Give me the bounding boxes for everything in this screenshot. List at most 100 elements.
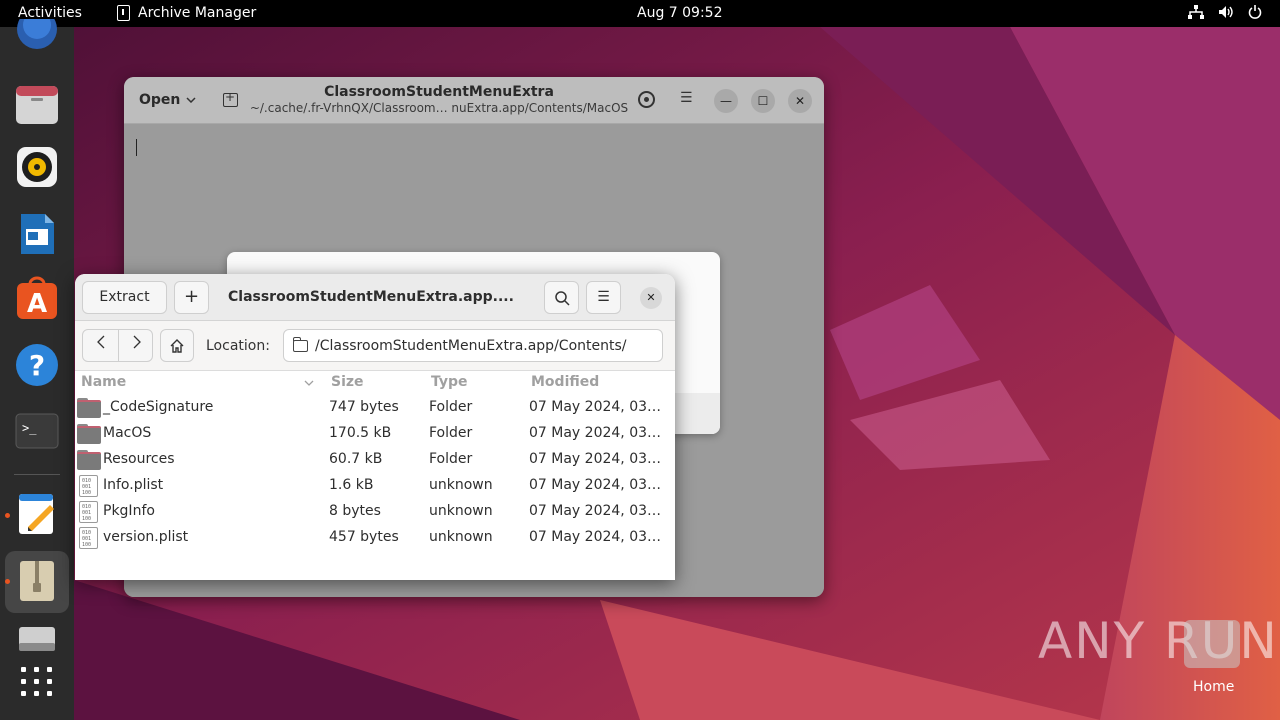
column-type[interactable]: Type <box>431 374 468 390</box>
clock[interactable]: Aug 7 09:52 <box>637 5 723 21</box>
binary-file-icon: 010 001 100 <box>79 527 98 549</box>
location-field[interactable]: /ClassroomStudentMenuExtra.app/Contents/ <box>283 329 663 362</box>
file-type: Folder <box>429 399 473 415</box>
search-button[interactable] <box>544 281 579 314</box>
search-icon <box>554 291 570 306</box>
forward-button[interactable] <box>119 330 154 361</box>
hamburger-menu-icon[interactable]: ☰ <box>680 91 693 106</box>
location-path: /ClassroomStudentMenuExtra.app/Contents/ <box>315 338 627 354</box>
plus-icon: + <box>183 286 200 307</box>
column-modified[interactable]: Modified <box>531 374 599 390</box>
svg-text:>_: >_ <box>22 421 37 435</box>
running-indicator <box>5 513 10 518</box>
file-modified: 07 May 2024, 03… <box>529 451 662 467</box>
minimize-button[interactable]: — <box>714 89 738 113</box>
settings-icon[interactable] <box>638 91 655 108</box>
menu-button[interactable]: ☰ <box>586 281 621 314</box>
file-name: Info.plist <box>103 477 164 493</box>
table-row[interactable]: MacOS 170.5 kB Folder 07 May 2024, 03… <box>75 421 675 447</box>
table-row[interactable]: 010 001 100 version.plist 457 bytes unknow… <box>75 525 675 551</box>
file-size: 747 bytes <box>329 399 399 415</box>
add-files-button[interactable]: + <box>174 281 209 314</box>
file-name: _CodeSignature <box>103 399 214 415</box>
folder-icon <box>77 450 101 470</box>
chevron-right-icon <box>133 335 141 349</box>
home-folder-icon[interactable] <box>1184 620 1240 668</box>
folder-icon <box>77 398 101 418</box>
home-button[interactable] <box>160 329 194 362</box>
file-modified: 07 May 2024, 03… <box>529 503 662 519</box>
file-modified: 07 May 2024, 03… <box>529 477 662 493</box>
file-size: 170.5 kB <box>329 425 392 441</box>
back-button[interactable] <box>83 330 118 361</box>
table-row[interactable]: 010 001 100 Info.plist 1.6 kB unknown 07 M… <box>75 473 675 499</box>
rhythmbox-icon[interactable] <box>14 144 60 190</box>
header-bar: Open ClassroomStudentMenuExtra ~/.cache/… <box>124 77 824 124</box>
anyrun-watermark: ANY RUN <box>1038 612 1279 670</box>
column-size[interactable]: Size <box>331 374 364 390</box>
file-size: 457 bytes <box>329 529 399 545</box>
file-modified: 07 May 2024, 03… <box>529 425 662 441</box>
file-name: Resources <box>103 451 175 467</box>
file-name: MacOS <box>103 425 152 441</box>
terminal-icon[interactable]: >_ <box>14 408 60 454</box>
app-center-icon[interactable]: A <box>14 276 60 322</box>
table-row[interactable]: 010 001 100 PkgInfo 8 bytes unknown 07 May… <box>75 499 675 525</box>
chevron-left-icon <box>96 335 104 349</box>
app-menu[interactable]: Archive Manager <box>117 5 256 21</box>
svg-text:?: ? <box>29 349 45 382</box>
archive-manager-icon <box>117 5 130 21</box>
top-bar: Activities Archive Manager Aug 7 09:52 <box>0 0 1280 27</box>
system-tray[interactable] <box>1188 5 1262 19</box>
close-button[interactable]: ✕ <box>788 89 812 113</box>
network-icon <box>1188 5 1204 19</box>
file-type: unknown <box>429 477 493 493</box>
close-icon: ✕ <box>646 291 656 304</box>
extract-button[interactable]: Extract <box>82 281 167 314</box>
firefox-icon[interactable] <box>14 9 60 51</box>
files-icon[interactable] <box>14 82 60 128</box>
table-row[interactable]: Resources 60.7 kB Folder 07 May 2024, 03… <box>75 447 675 473</box>
file-type: Folder <box>429 425 473 441</box>
power-icon <box>1248 5 1262 19</box>
file-name: PkgInfo <box>103 503 155 519</box>
file-type: Folder <box>429 451 473 467</box>
location-bar: Location: /ClassroomStudentMenuExtra.app… <box>75 321 675 371</box>
hamburger-menu-icon: ☰ <box>597 289 610 305</box>
archive-manager-icon[interactable] <box>14 558 60 604</box>
binary-file-icon: 010 001 100 <box>79 475 98 497</box>
svg-text:A: A <box>27 289 47 319</box>
location-label: Location: <box>206 338 270 354</box>
folder-icon <box>293 337 308 352</box>
table-row[interactable]: _CodeSignature 747 bytes Folder 07 May 2… <box>75 395 675 421</box>
libreoffice-writer-icon[interactable] <box>14 211 60 257</box>
file-size: 60.7 kB <box>329 451 383 467</box>
dock-separator <box>14 474 60 475</box>
navigation-buttons <box>82 329 153 362</box>
file-type: unknown <box>429 503 493 519</box>
text-caret <box>136 139 137 156</box>
folder-icon <box>77 424 101 444</box>
file-size: 8 bytes <box>329 503 381 519</box>
app-menu-label: Archive Manager <box>138 5 257 21</box>
sort-indicator-icon <box>304 380 314 386</box>
text-editor-icon[interactable] <box>14 491 60 537</box>
home-icon <box>170 339 184 353</box>
column-header: Name Size Type Modified <box>75 371 675 393</box>
maximize-button[interactable]: ☐ <box>751 89 775 113</box>
file-modified: 07 May 2024, 03… <box>529 529 662 545</box>
show-apps-icon[interactable] <box>14 662 60 708</box>
window-subtitle: ~/.cache/.fr-VrhnQX/Classroom… nuExtra.a… <box>249 101 629 115</box>
file-name: version.plist <box>103 529 189 545</box>
file-size: 1.6 kB <box>329 477 374 493</box>
close-button[interactable]: ✕ <box>640 287 662 309</box>
column-name[interactable]: Name <box>81 374 126 390</box>
dock: A ? >_ <box>0 9 74 720</box>
help-icon[interactable]: ? <box>14 342 60 388</box>
volume-icon <box>1219 6 1233 18</box>
header-bar: Extract + ClassroomStudentMenuExtra.app.… <box>75 274 675 321</box>
archive-manager-window: Extract + ClassroomStudentMenuExtra.app.… <box>75 274 675 580</box>
window-title: ClassroomStudentMenuExtra.app.... <box>228 289 514 305</box>
file-type: unknown <box>429 529 493 545</box>
home-folder-label[interactable]: Home <box>1193 679 1234 695</box>
